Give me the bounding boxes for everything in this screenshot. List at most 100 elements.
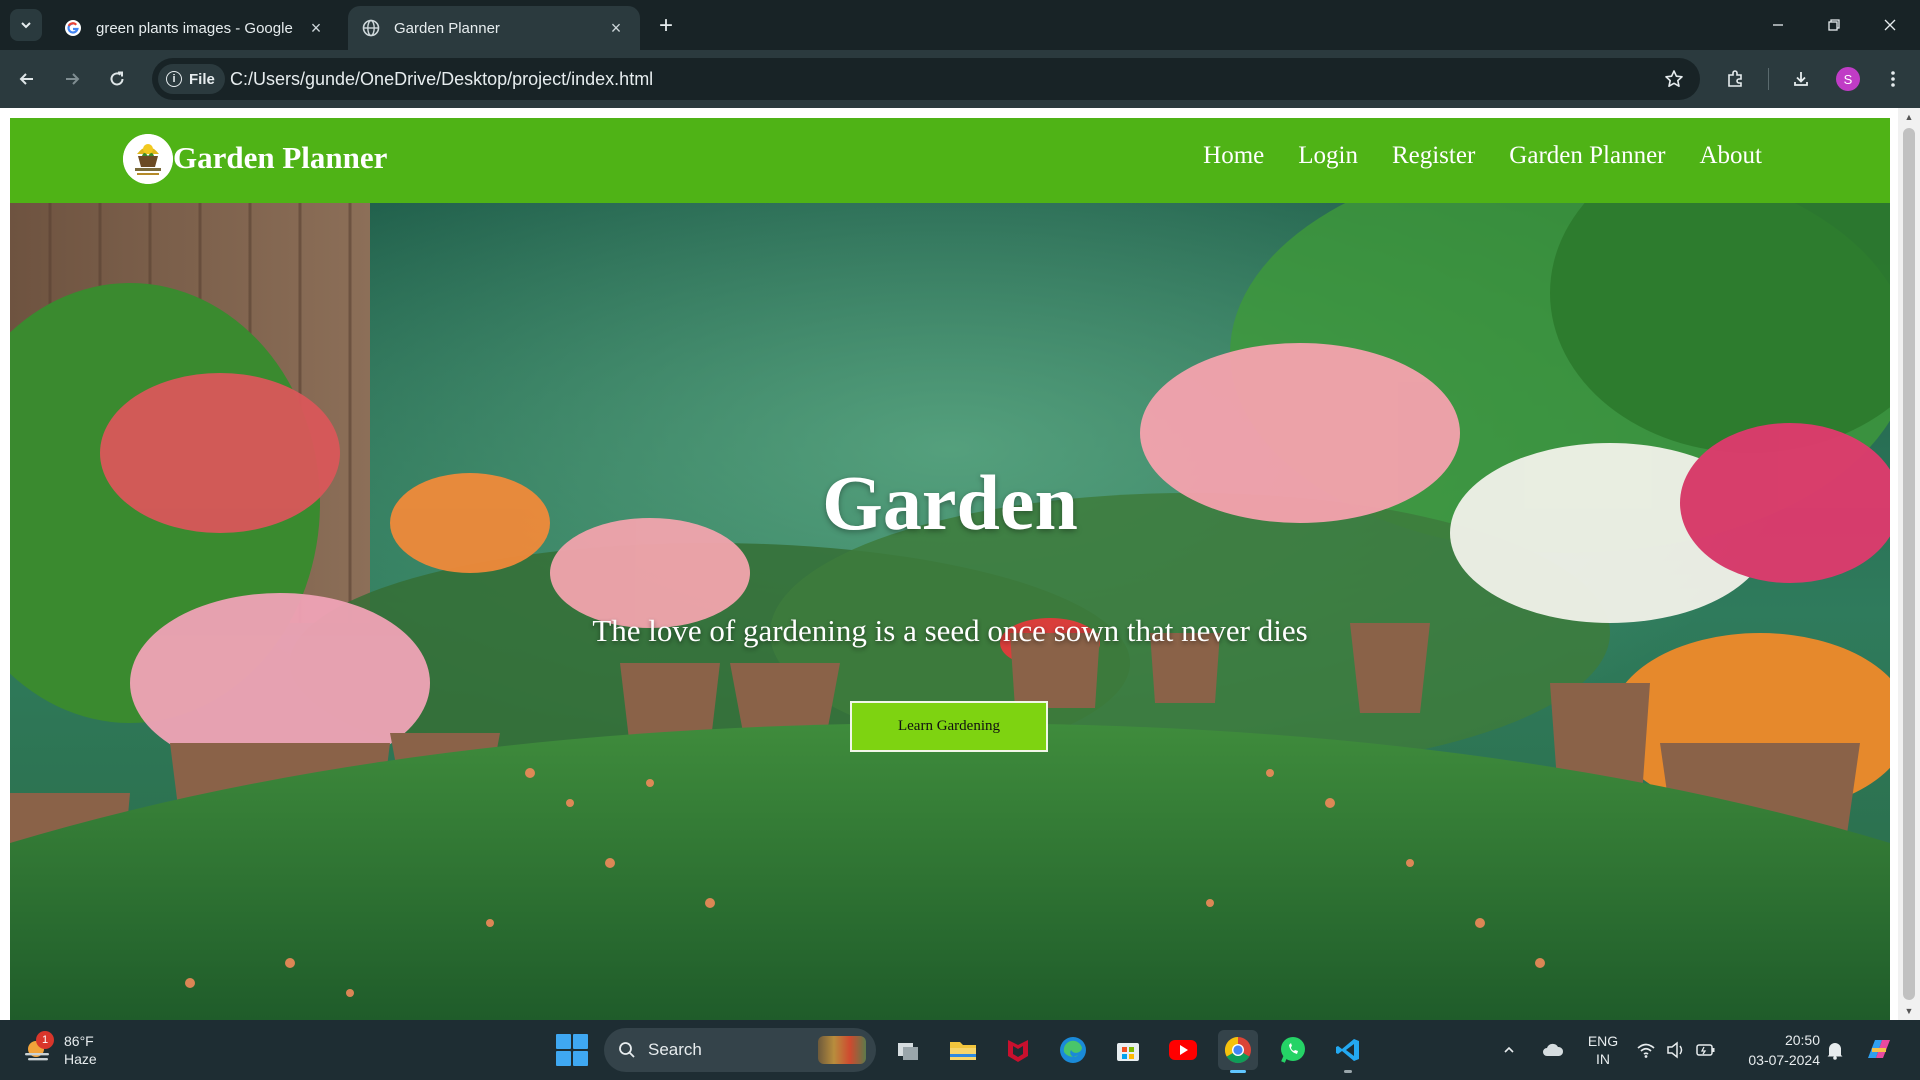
nav-link-about[interactable]: About — [1700, 142, 1763, 170]
system-clock[interactable]: 20:50 03-07-2024 — [1736, 1030, 1820, 1070]
scheme-label: File — [189, 70, 215, 88]
downloads-button[interactable] — [1784, 62, 1818, 96]
arrow-right-icon — [66, 73, 80, 85]
site-title: Garden Planner — [173, 140, 388, 175]
browser-menu-button[interactable] — [1876, 62, 1910, 96]
download-icon — [1794, 72, 1808, 86]
site-nav: Home Login Register Garden Planner About — [1203, 142, 1762, 170]
browser-toolbar: i File C:/Users/gunde/OneDrive/Desktop/p… — [0, 50, 1920, 108]
notifications-button[interactable] — [1826, 1020, 1844, 1080]
notification-badge: 1 — [36, 1031, 54, 1049]
weather-temperature: 86°F — [64, 1033, 94, 1049]
bookmark-button[interactable] — [1660, 65, 1688, 93]
weather-widget[interactable]: 1 86°F Haze — [22, 1028, 97, 1072]
tab-title: Garden Planner — [394, 19, 500, 37]
hero-quote: The love of gardening is a seed once sow… — [592, 613, 1308, 648]
start-button[interactable] — [556, 1034, 588, 1066]
nav-link-register[interactable]: Register — [1392, 142, 1475, 170]
hero-content: Garden The love of gardening is a seed o… — [10, 203, 1890, 1020]
minimize-icon — [1773, 24, 1783, 26]
copilot-icon[interactable] — [1864, 1020, 1894, 1080]
globe-icon — [362, 19, 380, 37]
nav-link-garden-planner[interactable]: Garden Planner — [1509, 142, 1665, 170]
nav-link-home[interactable]: Home — [1203, 142, 1264, 170]
tab-garden-planner[interactable]: Garden Planner × — [348, 6, 640, 50]
language-code: ENG — [1587, 1033, 1619, 1049]
tab-search-button[interactable] — [10, 9, 42, 41]
chrome-icon[interactable] — [1218, 1030, 1258, 1073]
windows-logo-tile — [573, 1051, 588, 1066]
search-highlight-image — [818, 1036, 866, 1064]
chevron-down-icon — [21, 22, 31, 29]
arrow-left-icon — [19, 73, 33, 85]
windows-logo-icon — [556, 1034, 571, 1049]
reload-button[interactable] — [100, 62, 134, 96]
learn-gardening-button[interactable]: Learn Gardening — [850, 701, 1048, 752]
active-app-indicator — [1230, 1070, 1246, 1073]
battery-icon[interactable] — [1696, 1020, 1716, 1080]
profile-avatar[interactable]: S — [1836, 67, 1860, 91]
restore-icon — [1828, 19, 1840, 31]
minimize-button[interactable] — [1750, 0, 1806, 50]
volume-icon[interactable] — [1666, 1020, 1686, 1080]
window-close-button[interactable] — [1862, 0, 1918, 50]
youtube-icon[interactable] — [1163, 1030, 1203, 1070]
nav-link-login[interactable]: Login — [1298, 142, 1358, 170]
whatsapp-icon[interactable] — [1273, 1030, 1313, 1070]
file-explorer-icon[interactable] — [943, 1030, 983, 1070]
microsoft-store-icon[interactable] — [1108, 1030, 1148, 1070]
windows-logo-tile — [573, 1034, 588, 1049]
back-button[interactable] — [10, 62, 44, 96]
extensions-button[interactable] — [1718, 62, 1752, 96]
tab-title: green plants images - Google S — [96, 19, 296, 37]
clock-date: 03-07-2024 — [1748, 1052, 1820, 1068]
new-tab-button[interactable]: + — [652, 12, 680, 40]
search-icon — [619, 1042, 635, 1058]
restore-button[interactable] — [1806, 0, 1862, 50]
chevron-up-icon — [1504, 1046, 1514, 1053]
close-icon — [1884, 19, 1896, 31]
taskbar: 1 86°F Haze Search ENG IN 20:50 03-07-20… — [0, 1020, 1920, 1080]
taskbar-search[interactable]: Search — [604, 1028, 876, 1072]
edge-icon[interactable] — [1053, 1030, 1093, 1070]
url-text[interactable]: C:/Users/gunde/OneDrive/Desktop/project/… — [230, 58, 653, 100]
site-logo[interactable] — [123, 134, 173, 184]
star-icon — [1665, 70, 1683, 87]
page-viewport: Garden Planner Home Login Register Garde… — [0, 108, 1920, 1020]
browser-tab-bar: green plants images - Google S × Garden … — [0, 0, 1920, 50]
scroll-down-arrow-icon[interactable]: ▼ — [1904, 1006, 1914, 1016]
reload-icon — [110, 71, 124, 86]
page-scrollbar[interactable]: ▲ ▼ — [1898, 108, 1920, 1020]
show-hidden-icons-button[interactable] — [1502, 1020, 1516, 1080]
site-header: Garden Planner Home Login Register Garde… — [10, 118, 1890, 203]
google-icon — [64, 19, 82, 37]
hero-title: Garden — [822, 459, 1078, 546]
scroll-up-arrow-icon[interactable]: ▲ — [1904, 112, 1914, 122]
hero-section: Garden The love of gardening is a seed o… — [10, 203, 1890, 1020]
task-view-icon[interactable] — [888, 1030, 928, 1070]
vscode-icon[interactable] — [1328, 1030, 1368, 1073]
language-indicator[interactable]: ENG IN — [1584, 1020, 1622, 1080]
forward-button[interactable] — [55, 62, 89, 96]
close-icon[interactable]: × — [606, 18, 626, 38]
windows-logo-tile — [556, 1051, 571, 1066]
toolbar-divider — [1768, 68, 1769, 90]
onedrive-icon[interactable] — [1542, 1020, 1564, 1080]
more-vertical-icon — [1891, 71, 1895, 87]
clock-time: 20:50 — [1784, 1032, 1820, 1048]
weather-condition: Haze — [64, 1051, 97, 1067]
search-label: Search — [648, 1040, 702, 1059]
close-icon[interactable]: × — [306, 18, 326, 38]
haze-weather-icon: 1 — [22, 1031, 54, 1065]
region-code: IN — [1596, 1051, 1610, 1067]
open-app-indicator — [1344, 1070, 1352, 1073]
tab-google-search[interactable]: green plants images - Google S × — [50, 6, 340, 50]
wifi-icon[interactable] — [1636, 1020, 1656, 1080]
info-icon: i — [166, 71, 182, 87]
bell-icon — [1827, 1043, 1843, 1060]
mcafee-icon[interactable] — [998, 1030, 1038, 1070]
puzzle-icon — [1728, 70, 1742, 87]
site-info-chip[interactable]: i File — [158, 64, 225, 94]
scrollbar-thumb[interactable] — [1903, 128, 1915, 1000]
address-bar[interactable]: i File C:/Users/gunde/OneDrive/Desktop/p… — [152, 58, 1700, 100]
